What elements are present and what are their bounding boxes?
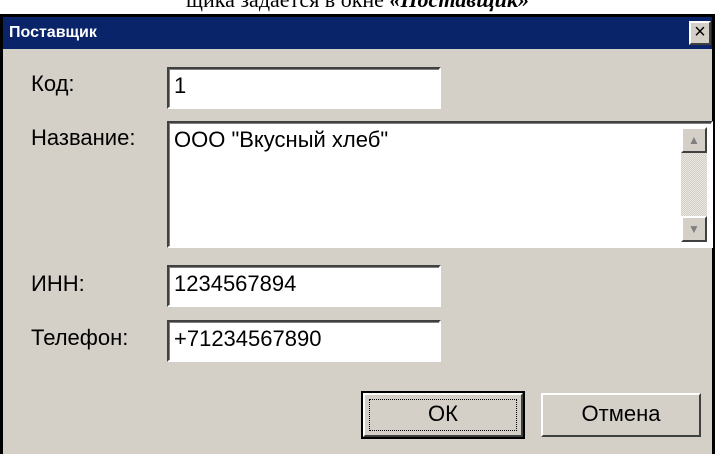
scroll-down-arrow-icon: ▼ (688, 222, 700, 236)
supplier-dialog: Поставщик × Код: 1 Название: ООО "Вкусны… (0, 14, 715, 454)
close-icon: × (694, 21, 706, 43)
name-label: Название: (31, 125, 136, 150)
name-scrollbar[interactable]: ▲ ▼ (681, 127, 707, 242)
ok-button-label: ОК (428, 401, 458, 426)
inn-label: ИНН: (31, 271, 85, 296)
screen: щика задается в окне «Поставщик» Поставщ… (0, 0, 715, 454)
caption-text: щика задается в окне (186, 0, 389, 12)
window-title: Поставщик (9, 24, 97, 41)
name-value: ООО "Вкусный хлеб" (174, 127, 389, 152)
scroll-down-button[interactable]: ▼ (681, 216, 707, 242)
close-button[interactable]: × (689, 21, 711, 45)
phone-label: Телефон: (31, 325, 129, 350)
inn-field[interactable]: 1234567894 (167, 265, 441, 307)
code-field[interactable]: 1 (167, 67, 441, 109)
caption-emphasis: «Поставщик» (389, 0, 529, 12)
code-label: Код: (31, 71, 75, 96)
phone-field[interactable]: +71234567890 (167, 320, 441, 362)
cancel-button-label: Отмена (581, 401, 661, 426)
document-caption: щика задается в окне «Поставщик» (0, 0, 715, 13)
name-textarea[interactable]: ООО "Вкусный хлеб" ▲ ▼ (167, 121, 713, 248)
cancel-button[interactable]: Отмена (541, 393, 701, 437)
scroll-up-button[interactable]: ▲ (681, 127, 707, 153)
scroll-up-arrow-icon: ▲ (688, 133, 700, 147)
ok-button[interactable]: ОК (361, 391, 525, 439)
title-bar[interactable]: Поставщик × (3, 17, 712, 49)
